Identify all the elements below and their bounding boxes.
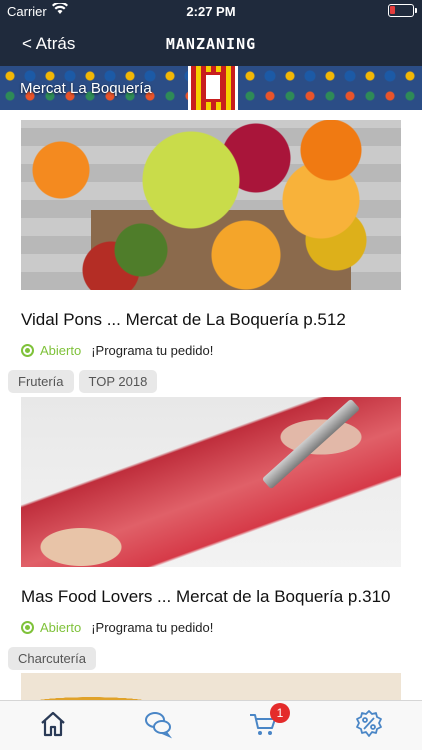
store-tags: Frutería TOP 2018: [8, 370, 162, 393]
store-name[interactable]: Mas Food Lovers ... Mercat de la Boquerí…: [21, 587, 390, 607]
store-status: Abierto ¡Programa tu pedido!: [21, 620, 213, 635]
tab-discounts[interactable]: [349, 709, 389, 743]
store-photo[interactable]: [21, 673, 401, 700]
tag[interactable]: Charcutería: [8, 647, 96, 670]
tag[interactable]: Frutería: [8, 370, 74, 393]
store-photo[interactable]: [21, 397, 401, 567]
status-bar: Carrier 2:27 PM: [0, 0, 422, 22]
store-tags: Charcutería: [8, 647, 101, 670]
battery-icon: [388, 4, 417, 17]
market-banner: Mercat La Boquería: [0, 66, 422, 110]
open-indicator-icon: [21, 621, 34, 634]
app-logo: MANZANING: [165, 35, 257, 53]
market-title: Mercat La Boquería: [20, 80, 152, 97]
order-prompt: ¡Programa tu pedido!: [91, 343, 214, 358]
open-label: Abierto: [40, 620, 82, 635]
tab-bar: 1: [0, 700, 422, 750]
open-indicator-icon: [21, 344, 34, 357]
order-prompt: ¡Programa tu pedido!: [91, 620, 214, 635]
cart-badge: 1: [270, 703, 290, 723]
store-name[interactable]: Vidal Pons ... Mercat de La Boquería p.5…: [21, 310, 346, 330]
nav-bar: < Atrás MANZANING: [0, 22, 422, 66]
store-status: Abierto ¡Programa tu pedido!: [21, 343, 213, 358]
knife-image: [261, 398, 361, 490]
store-list[interactable]: Vidal Pons ... Mercat de La Boquería p.5…: [0, 110, 422, 700]
tab-chat[interactable]: [138, 709, 178, 743]
discount-icon: [356, 710, 382, 737]
tag[interactable]: TOP 2018: [78, 370, 158, 393]
barcelona-crest-image: [188, 66, 238, 110]
clock: 2:27 PM: [186, 4, 236, 19]
store-photo[interactable]: [21, 120, 401, 290]
home-icon: [41, 711, 65, 737]
chat-icon: [145, 712, 173, 739]
tab-home[interactable]: [33, 709, 73, 743]
open-label: Abierto: [40, 343, 82, 358]
